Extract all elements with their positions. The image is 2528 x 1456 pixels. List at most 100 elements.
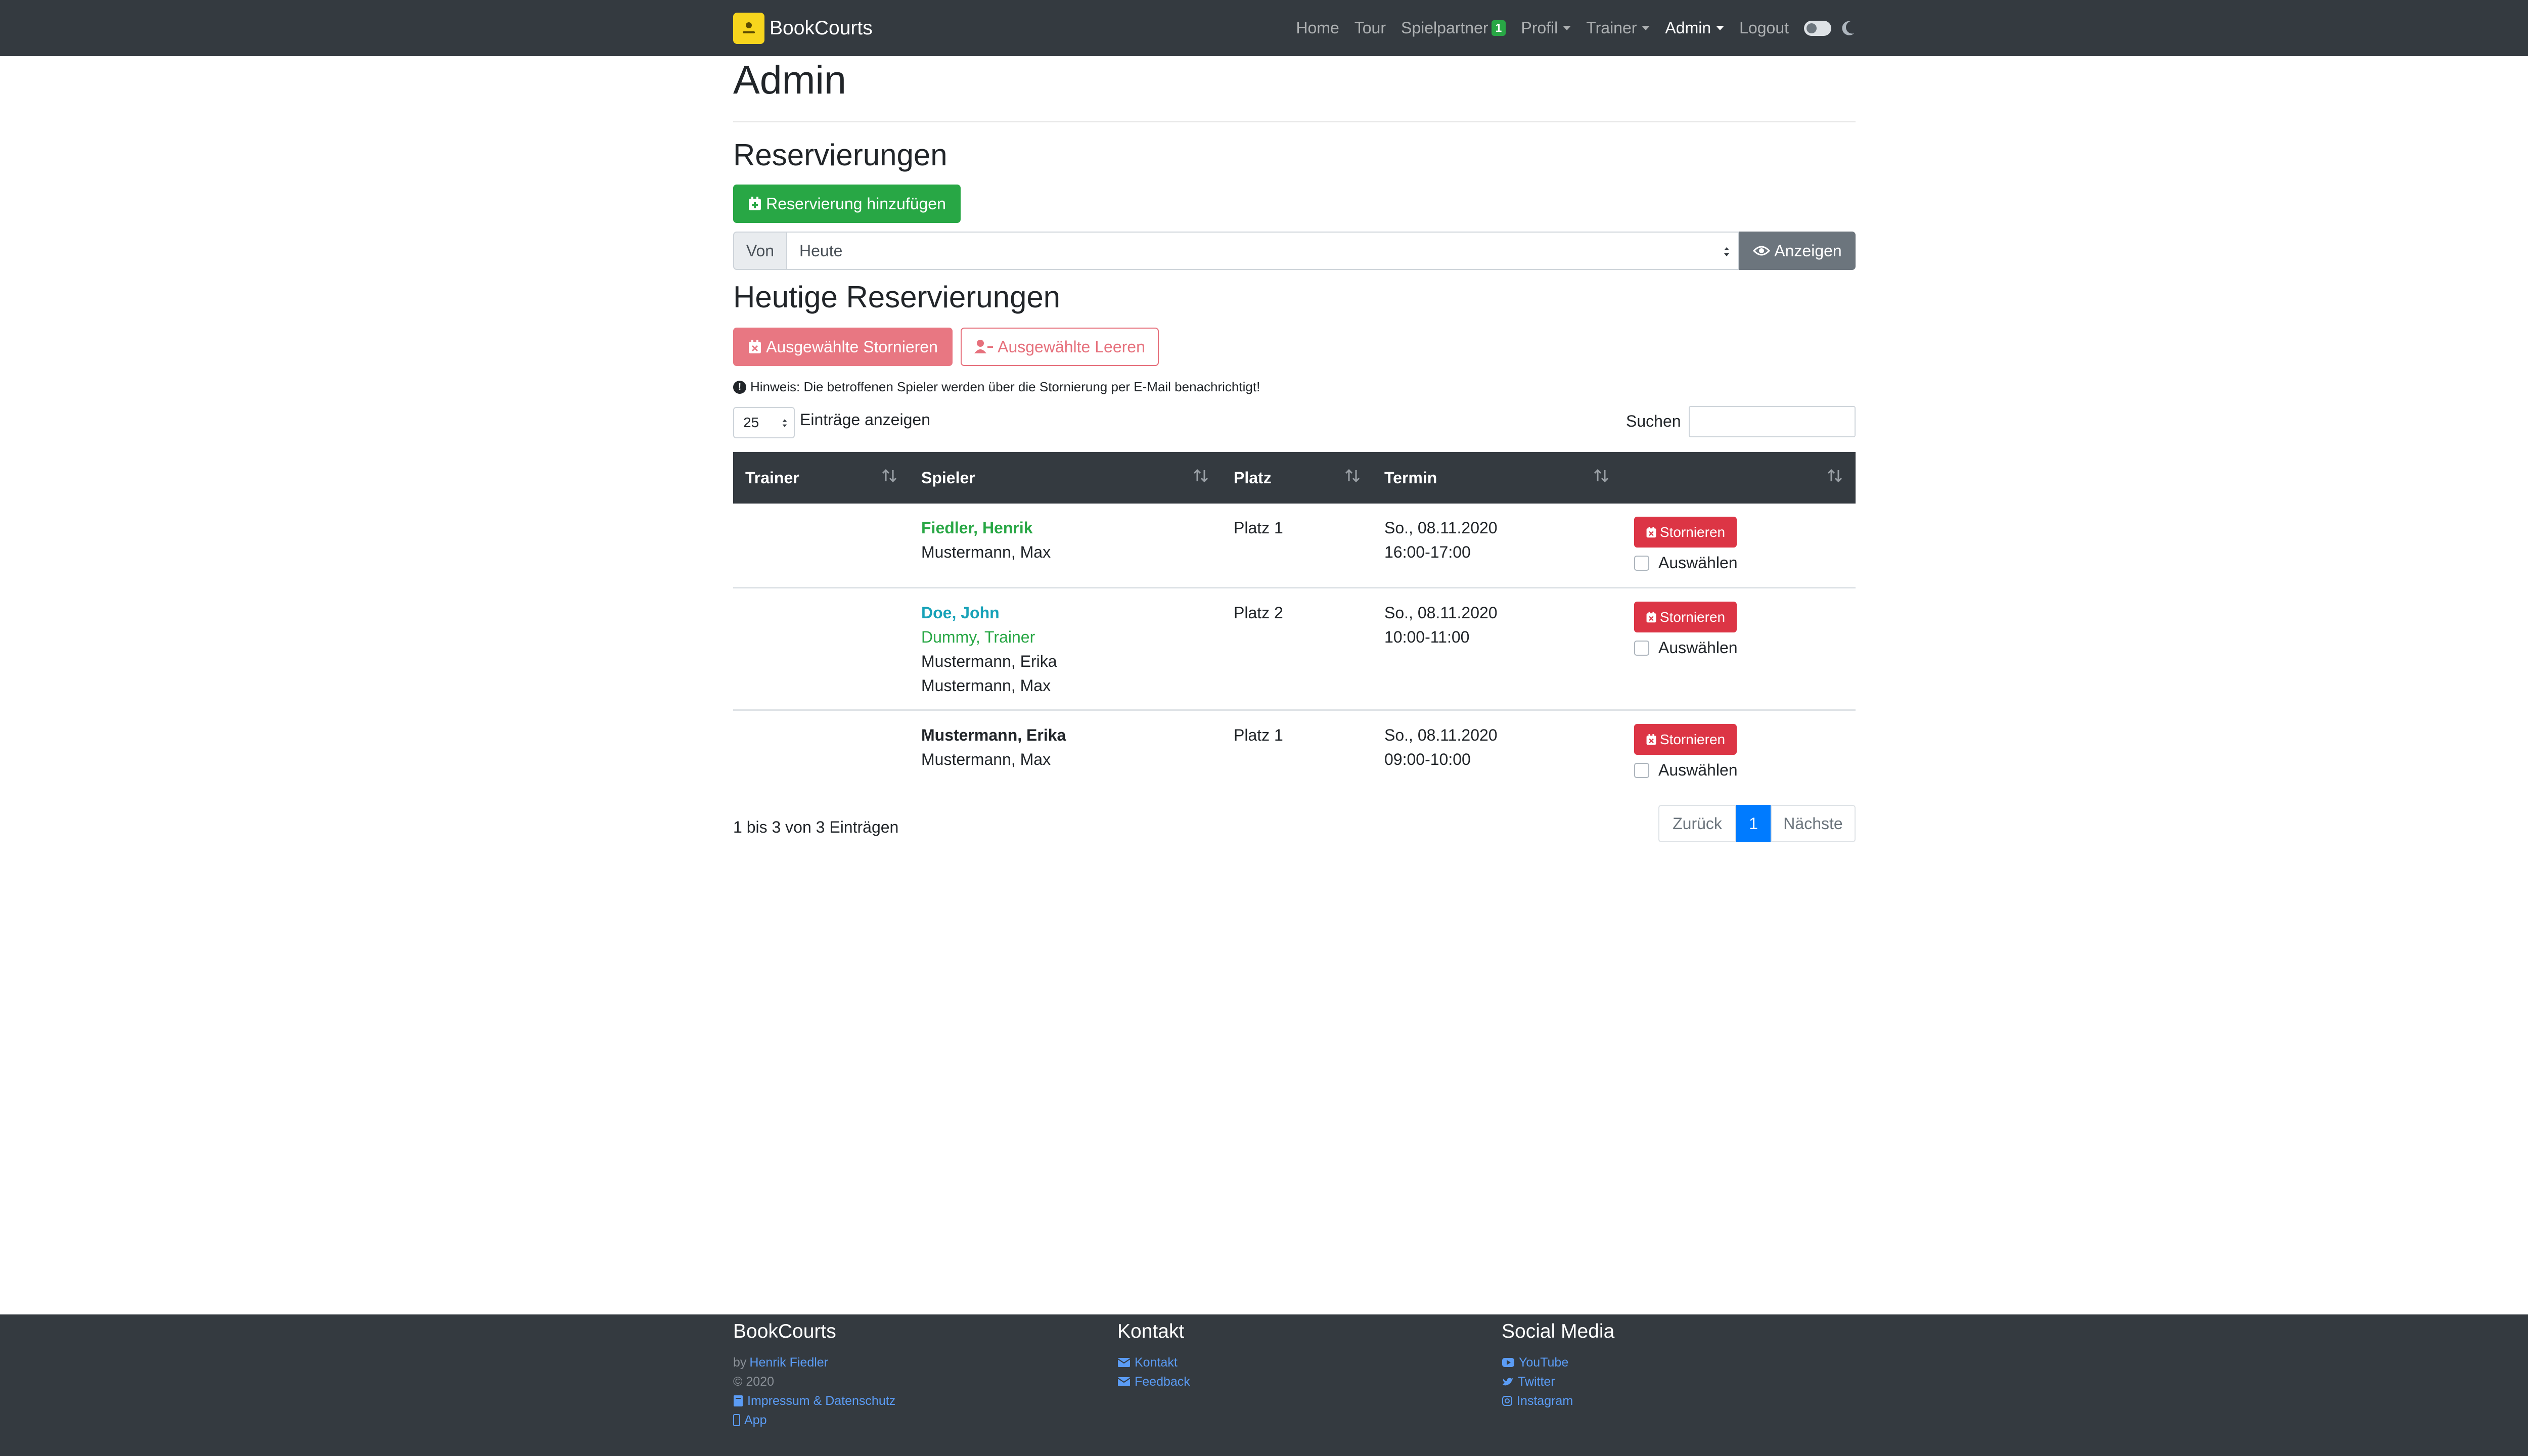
calendar-x-icon [1646,526,1656,537]
termin-time: 16:00-17:00 [1384,543,1471,561]
footer-app-link[interactable]: App [733,1410,895,1430]
nav-tour[interactable]: Tour [1355,19,1386,37]
footer-author-link[interactable]: Henrik Fiedler [749,1353,828,1372]
col-header-spieler[interactable]: Spieler [921,452,975,504]
nav-profil-dropdown[interactable]: Profil [1521,19,1571,37]
platz-cell: Platz 1 [1234,519,1283,537]
footer-imprint-label: Impressum & Datenschutz [747,1394,896,1408]
pagination-next[interactable]: Nächste [1771,805,1856,842]
cancel-selected-label: Ausgewählte Stornieren [766,337,938,356]
player-link[interactable]: Fiedler, Henrik [921,516,1051,540]
footer-youtube-link[interactable]: YouTube [1502,1353,1614,1372]
envelope-icon [1117,1358,1131,1367]
select-label: Auswählen [1658,761,1738,779]
cancel-reservation-button[interactable]: Stornieren [1634,602,1737,632]
youtube-icon [1502,1358,1514,1367]
footer-imprint-link[interactable]: Impressum & Datenschutz [733,1391,895,1410]
brand-link[interactable]: BookCourts [733,12,873,44]
divider [733,121,1856,122]
nav-home[interactable]: Home [1296,19,1339,37]
cancel-reservation-label: Stornieren [1659,524,1726,540]
search-input[interactable] [1689,406,1856,437]
calendar-x-icon [749,340,761,353]
footer-app-label: App [744,1413,767,1427]
cancel-selected-button[interactable]: Ausgewählte Stornieren [733,328,953,366]
col-header-trainer[interactable]: Trainer [745,452,799,504]
sort-icon[interactable] [1593,467,1610,484]
cancel-reservation-button[interactable]: Stornieren [1634,517,1737,548]
footer-contact-link[interactable]: Kontakt [1117,1353,1190,1372]
moon-icon[interactable] [1840,20,1856,37]
select-label: Auswählen [1658,639,1738,657]
nav-links: Home Tour Spielpartner 1 Profil Trainer … [1281,19,1856,37]
cancel-reservation-label: Stornieren [1659,609,1726,625]
footer-col-bookcourts: BookCourts by Henrik Fiedler © 2020 Impr… [733,1321,895,1430]
col-header-platz-label: Platz [1234,468,1272,487]
footer-feedback-link[interactable]: Feedback [1117,1372,1190,1391]
show-button[interactable]: Anzeigen [1739,232,1856,270]
pagination-page-1[interactable]: 1 [1736,805,1771,842]
col-header-termin[interactable]: Termin [1384,452,1437,504]
player-name: Mustermann, Max [921,676,1051,695]
table-header: Trainer Spieler Platz Termin [733,452,1856,504]
nav-admin-label: Admin [1665,19,1711,37]
pagination-prev[interactable]: Zurück [1658,805,1736,842]
select-row: Auswählen [1634,639,1738,657]
player-link[interactable]: Doe, John [921,601,1057,625]
footer-twitter-link[interactable]: Twitter [1502,1372,1614,1391]
trainer-link[interactable]: Dummy, Trainer [921,625,1057,649]
sort-icon[interactable] [1192,467,1209,484]
cancellation-hint: ! Hinweis: Die betroffenen Spieler werde… [733,379,1260,395]
eye-icon [1753,246,1771,256]
nav-trainer-label: Trainer [1586,19,1637,37]
select-checkbox[interactable] [1634,555,1649,571]
select-checkbox[interactable] [1634,640,1649,656]
termin-cell: So., 08.11.2020 10:00-11:00 [1384,601,1498,649]
table-info: 1 bis 3 von 3 Einträgen [733,818,899,836]
nav-profil-label: Profil [1521,19,1558,37]
footer-instagram-link[interactable]: Instagram [1502,1391,1614,1410]
players-cell: Mustermann, Erika Mustermann, Max [921,723,1066,771]
page-length-label: Einträge anzeigen [800,411,930,429]
select-arrows-icon [1724,247,1729,256]
footer-youtube-label: YouTube [1519,1355,1569,1370]
termin-date: So., 08.11.2020 [1384,519,1498,537]
table-row: Mustermann, Erika Mustermann, Max Platz … [733,711,1856,796]
nav-admin-dropdown[interactable]: Admin [1665,19,1725,37]
select-checkbox[interactable] [1634,762,1649,778]
search-label: Suchen [1626,412,1681,430]
caret-down-icon [1716,26,1725,30]
brand-logo-icon [733,12,764,44]
add-reservation-label: Reservierung hinzufügen [766,194,946,213]
add-reservation-button[interactable]: Reservierung hinzufügen [733,185,961,223]
footer-feedback-label: Feedback [1135,1375,1190,1389]
nav-trainer-dropdown[interactable]: Trainer [1586,19,1650,37]
top-navbar: BookCourts Home Tour Spielpartner 1 Prof… [0,0,2528,56]
caret-down-icon [1563,26,1571,30]
select-row: Auswählen [1634,554,1738,572]
player-name: Mustermann, Erika [921,652,1057,670]
twitter-icon [1503,1378,1513,1386]
clear-selected-button[interactable]: Ausgewählte Leeren [961,328,1159,366]
col-header-spieler-label: Spieler [921,468,975,487]
player-name: Mustermann, Max [921,750,1051,768]
pagination: Zurück 1 Nächste [1658,805,1856,842]
sort-icon[interactable] [1826,467,1843,484]
footer-instagram-label: Instagram [1517,1394,1573,1408]
footer-title-kontakt: Kontakt [1117,1321,1185,1342]
reservations-heading: Reservierungen [733,138,947,172]
page-length-select[interactable]: 25 [733,407,795,438]
termin-date: So., 08.11.2020 [1384,726,1498,744]
from-select[interactable]: Heute [786,232,1739,270]
sort-icon[interactable] [881,467,898,484]
footer-col-kontakt: Kontakt Kontakt Feedback [1117,1321,1190,1391]
col-header-platz[interactable]: Platz [1234,452,1272,504]
dark-mode-toggle[interactable] [1804,20,1831,36]
nav-spielpartner[interactable]: Spielpartner 1 [1401,19,1506,37]
nav-logout[interactable]: Logout [1739,19,1789,37]
sort-icon[interactable] [1344,467,1361,484]
footer-by: by [733,1355,747,1370]
spielpartner-count-badge: 1 [1491,20,1506,36]
navbar-inner: BookCourts Home Tour Spielpartner 1 Prof… [733,0,1856,56]
cancel-reservation-button[interactable]: Stornieren [1634,724,1737,755]
